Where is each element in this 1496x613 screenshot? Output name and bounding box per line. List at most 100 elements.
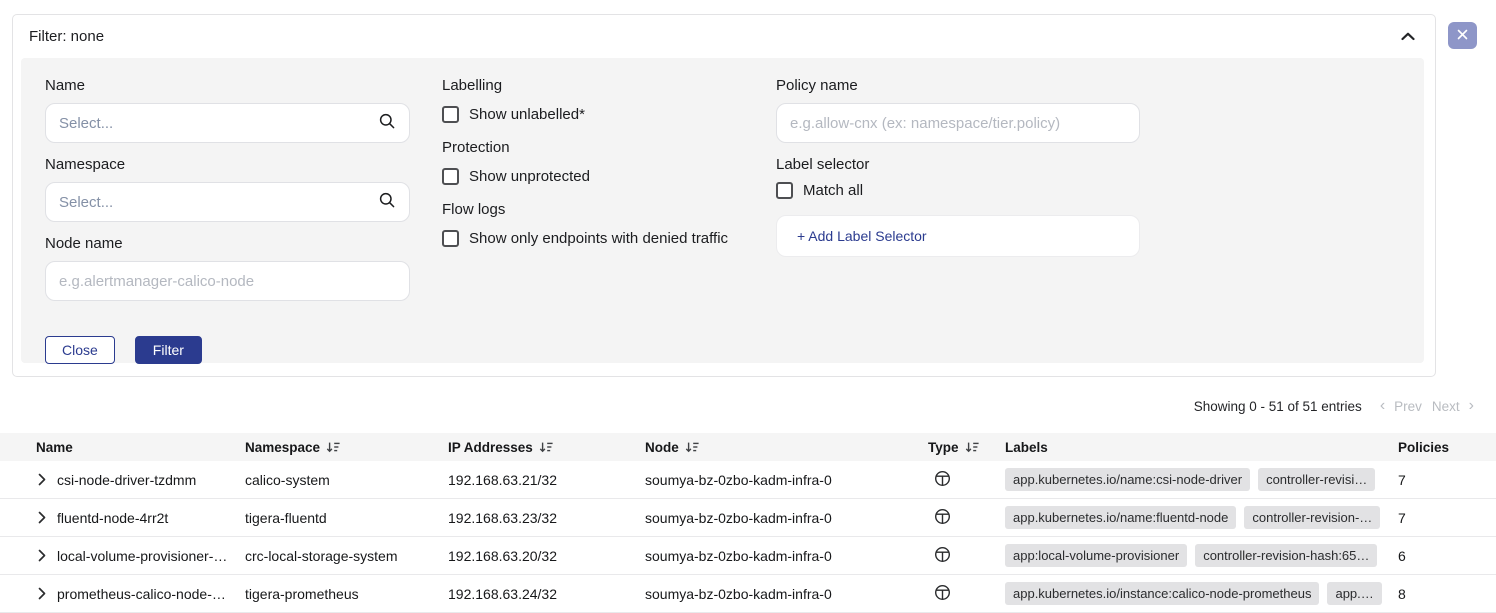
name-select[interactable]: Select... [45, 103, 410, 143]
label-chip: controller-revision-hash:65… [1195, 544, 1377, 567]
endpoint-ip: 192.168.63.23/32 [448, 510, 645, 526]
column-header-node[interactable]: Node [645, 440, 928, 455]
policy-name-input[interactable] [776, 103, 1140, 143]
collapse-button[interactable] [1401, 29, 1415, 44]
endpoint-namespace: tigera-prometheus [245, 586, 448, 602]
sort-icon[interactable] [326, 440, 340, 454]
endpoint-namespace: crc-local-storage-system [245, 548, 448, 564]
endpoint-name: csi-node-driver-tzdmm [57, 472, 196, 488]
denied-traffic-label: Show only endpoints with denied traffic [469, 230, 728, 247]
show-unlabelled-checkbox-row[interactable]: Show unlabelled* [442, 106, 752, 123]
table-row[interactable]: prometheus-calico-node-… tigera-promethe… [0, 575, 1496, 613]
next-page-icon[interactable]: › [1465, 398, 1478, 414]
endpoint-name: local-volume-provisioner-… [57, 548, 227, 564]
namespace-select[interactable]: Select... [45, 182, 410, 222]
column-header-labels[interactable]: Labels [1005, 440, 1398, 455]
show-unprotected-checkbox[interactable] [442, 168, 459, 185]
policy-name-field-label: Policy name [776, 77, 1140, 94]
search-icon [378, 112, 396, 135]
node-name-field-label: Node name [45, 235, 410, 252]
pagination: Showing 0 - 51 of 51 entries ‹ Prev Next… [1194, 398, 1478, 414]
endpoint-policies-count: 7 [1398, 472, 1496, 488]
chevron-up-icon [1401, 29, 1415, 44]
label-chip: app.kubernetes.io/instance:calico-node-p… [1005, 582, 1319, 605]
sort-icon[interactable] [685, 440, 699, 454]
endpoint-node: soumya-bz-0zbo-kadm-infra-0 [645, 472, 928, 488]
filter-actions: Close Filter [45, 336, 410, 364]
pod-icon [934, 546, 951, 566]
label-chip: app.kubernetes.io/name:fluentd-node [1005, 506, 1236, 529]
name-field-label: Name [45, 77, 410, 94]
node-name-input[interactable] [45, 261, 410, 301]
expand-row-icon[interactable] [38, 473, 46, 486]
sort-icon[interactable] [965, 440, 979, 454]
label-selector-heading: Label selector [776, 156, 1140, 173]
endpoint-node: soumya-bz-0zbo-kadm-infra-0 [645, 510, 928, 526]
endpoint-ip: 192.168.63.21/32 [448, 472, 645, 488]
column-header-policies[interactable]: Policies [1398, 440, 1496, 455]
denied-traffic-checkbox[interactable] [442, 230, 459, 247]
endpoint-ip: 192.168.63.24/32 [448, 586, 645, 602]
endpoint-node: soumya-bz-0zbo-kadm-infra-0 [645, 586, 928, 602]
label-chip: controller-revisi… [1258, 468, 1375, 491]
match-all-checkbox[interactable] [776, 182, 793, 199]
filter-card: Filter: none Name Select... Namespace Se… [12, 14, 1436, 377]
expand-row-icon[interactable] [38, 549, 46, 562]
endpoint-policies-count: 8 [1398, 586, 1496, 602]
table-row[interactable]: local-volume-provisioner-… crc-local-sto… [0, 537, 1496, 575]
table-row[interactable]: csi-node-driver-tzdmm calico-system 192.… [0, 461, 1496, 499]
column-header-namespace[interactable]: Namespace [245, 440, 448, 455]
filter-panel-body: Name Select... Namespace Select... Node … [21, 58, 1424, 363]
label-chip: app.kubernetes.io/name:csi-node-driver [1005, 468, 1250, 491]
match-all-checkbox-row[interactable]: Match all [776, 182, 1140, 199]
next-page-button[interactable]: Next [1432, 399, 1460, 414]
show-unprotected-label: Show unprotected [469, 168, 590, 185]
endpoint-name: fluentd-node-4rr2t [57, 510, 168, 526]
show-unlabelled-checkbox[interactable] [442, 106, 459, 123]
match-all-label: Match all [803, 182, 863, 199]
labelling-heading: Labelling [442, 77, 752, 94]
filter-button[interactable]: Filter [135, 336, 202, 364]
label-chip: app:local-volume-provisioner [1005, 544, 1187, 567]
protection-heading: Protection [442, 139, 752, 156]
add-label-selector-button[interactable]: + Add Label Selector [776, 215, 1140, 257]
table-row[interactable]: fluentd-node-4rr2t tigera-fluentd 192.16… [0, 499, 1496, 537]
expand-row-icon[interactable] [38, 587, 46, 600]
filter-title: Filter: none [29, 28, 104, 45]
pod-icon [934, 470, 951, 490]
prev-page-button[interactable]: Prev [1394, 399, 1422, 414]
show-unprotected-checkbox-row[interactable]: Show unprotected [442, 168, 752, 185]
filter-card-header: Filter: none [13, 15, 1435, 58]
pagination-summary: Showing 0 - 51 of 51 entries [1194, 399, 1362, 414]
endpoint-policies-count: 7 [1398, 510, 1496, 526]
close-button[interactable]: Close [45, 336, 115, 364]
endpoint-namespace: tigera-fluentd [245, 510, 448, 526]
expand-row-icon[interactable] [38, 511, 46, 524]
endpoint-namespace: calico-system [245, 472, 448, 488]
pod-icon [934, 508, 951, 528]
namespace-field-label: Namespace [45, 156, 410, 173]
column-header-type[interactable]: Type [928, 440, 1005, 455]
close-icon [1457, 28, 1468, 43]
show-unlabelled-label: Show unlabelled* [469, 106, 585, 123]
label-chip: app.… [1327, 582, 1381, 605]
endpoint-policies-count: 6 [1398, 548, 1496, 564]
endpoint-name: prometheus-calico-node-… [57, 586, 226, 602]
pagination-nav: ‹ Prev Next › [1376, 398, 1478, 414]
table-header-row: Name Namespace IP Addresses Node Type [0, 433, 1496, 461]
filter-column-middle: Labelling Show unlabelled* Protection Sh… [442, 77, 752, 363]
endpoint-ip: 192.168.63.20/32 [448, 548, 645, 564]
endpoints-table: Name Namespace IP Addresses Node Type [0, 433, 1496, 613]
namespace-select-placeholder: Select... [59, 194, 113, 211]
prev-page-icon[interactable]: ‹ [1376, 398, 1389, 414]
flow-logs-heading: Flow logs [442, 201, 752, 218]
filter-column-right: Policy name Label selector Match all + A… [776, 77, 1140, 363]
column-header-ip-addresses[interactable]: IP Addresses [448, 440, 645, 455]
denied-traffic-checkbox-row[interactable]: Show only endpoints with denied traffic [442, 230, 752, 247]
name-select-placeholder: Select... [59, 115, 113, 132]
column-header-name[interactable]: Name [0, 440, 245, 455]
search-icon [378, 191, 396, 214]
endpoint-node: soumya-bz-0zbo-kadm-infra-0 [645, 548, 928, 564]
close-panel-button[interactable] [1448, 22, 1477, 49]
sort-icon[interactable] [539, 440, 553, 454]
